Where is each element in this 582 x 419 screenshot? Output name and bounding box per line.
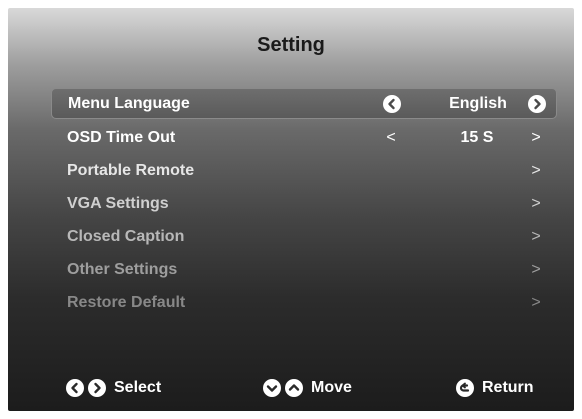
page-title: Setting bbox=[257, 34, 325, 56]
chevron-down-circle-icon bbox=[263, 379, 281, 397]
menu-item-value: English bbox=[449, 95, 507, 112]
menu-item-closed-caption[interactable]: Closed Caption > bbox=[51, 220, 557, 253]
select-label: Select bbox=[114, 379, 162, 396]
chevron-right-icon: > bbox=[531, 261, 541, 278]
chevron-left-icon[interactable]: < bbox=[381, 121, 401, 154]
next-option-button[interactable] bbox=[527, 89, 547, 118]
return-circle-icon bbox=[456, 379, 474, 397]
settings-screen: Setting Menu Language English OSD Time O… bbox=[8, 8, 574, 411]
previous-option-button[interactable] bbox=[382, 89, 402, 118]
menu-item-label: VGA Settings bbox=[67, 195, 169, 212]
move-hint: Move bbox=[263, 376, 352, 400]
chevron-up-circle-icon bbox=[285, 379, 303, 397]
menu-item-label: Restore Default bbox=[67, 294, 186, 311]
chevron-right-icon: > bbox=[531, 228, 541, 245]
menu-item-osd-time-out[interactable]: OSD Time Out < 15 S > bbox=[51, 121, 557, 154]
menu-item-value: 15 S bbox=[460, 129, 494, 146]
chevron-right-icon: > bbox=[531, 162, 541, 179]
menu-item-label: Menu Language bbox=[68, 95, 190, 112]
chevron-right-icon: > bbox=[531, 195, 541, 212]
menu-item-label: Portable Remote bbox=[67, 162, 195, 179]
menu-item-menu-language[interactable]: Menu Language English bbox=[51, 88, 557, 119]
menu-item-label: OSD Time Out bbox=[67, 129, 176, 146]
chevron-right-circle-icon bbox=[88, 379, 106, 397]
footer-hints: Select Move Return bbox=[8, 376, 574, 402]
chevron-right-icon[interactable]: > bbox=[526, 121, 546, 154]
menu-item-label: Closed Caption bbox=[67, 228, 185, 245]
chevron-left-circle-icon bbox=[383, 94, 401, 113]
settings-menu: Menu Language English OSD Time Out < 15 … bbox=[51, 88, 557, 319]
move-label: Move bbox=[311, 379, 352, 396]
menu-item-vga-settings[interactable]: VGA Settings > bbox=[51, 187, 557, 220]
chevron-right-icon: > bbox=[531, 294, 541, 311]
menu-item-other-settings[interactable]: Other Settings > bbox=[51, 253, 557, 286]
return-hint: Return bbox=[456, 376, 534, 400]
menu-item-restore-default[interactable]: Restore Default > bbox=[51, 286, 557, 319]
chevron-left-circle-icon bbox=[66, 379, 84, 397]
return-label: Return bbox=[482, 379, 534, 396]
select-hint: Select bbox=[66, 376, 161, 400]
menu-item-portable-remote[interactable]: Portable Remote > bbox=[51, 154, 557, 187]
menu-item-label: Other Settings bbox=[67, 261, 178, 278]
chevron-right-circle-icon bbox=[528, 94, 546, 113]
